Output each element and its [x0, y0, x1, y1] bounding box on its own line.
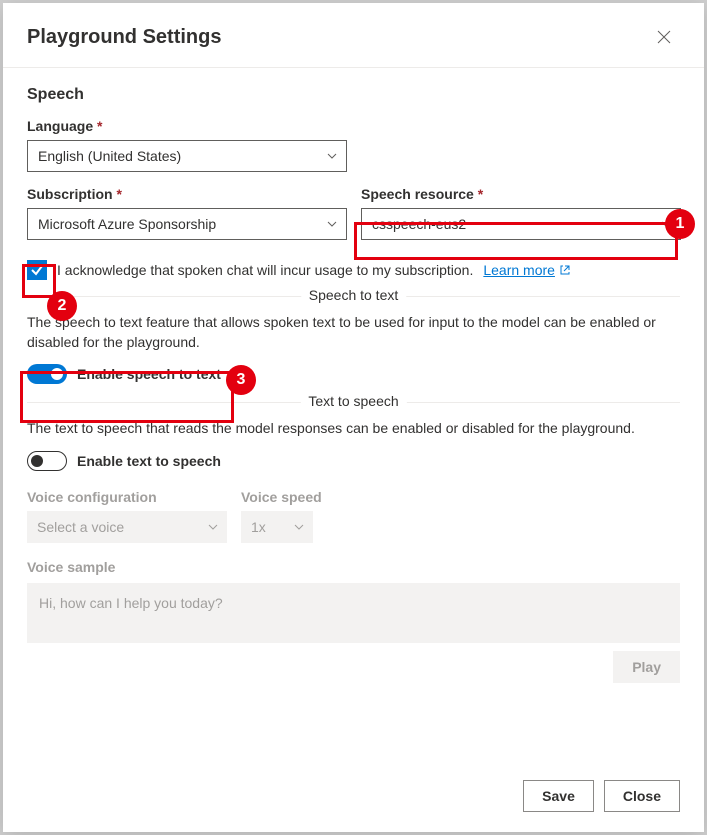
stt-toggle-label: Enable speech to text: [77, 366, 221, 382]
voice-config-value: Select a voice: [37, 519, 124, 535]
modal-body: Speech Language * English (United States…: [3, 68, 704, 760]
consent-text: I acknowledge that spoken chat will incu…: [57, 262, 473, 278]
voice-sample-textarea[interactable]: Hi, how can I help you today?: [27, 583, 680, 643]
learn-more-link[interactable]: Learn more: [483, 262, 571, 278]
voice-sample-label: Voice sample: [27, 559, 680, 575]
toggle-thumb: [31, 455, 43, 467]
subscription-field: Subscription * Microsoft Azure Sponsorsh…: [27, 186, 347, 240]
voice-config-row: Voice configuration Select a voice Voice…: [27, 489, 680, 543]
language-field: Language * English (United States): [27, 118, 347, 172]
separator-tts-label: Text to speech: [300, 393, 406, 409]
toggle-thumb: [51, 368, 63, 380]
chevron-down-icon: [660, 218, 672, 230]
resource-label: Speech resource *: [361, 186, 681, 202]
subscription-label: Subscription *: [27, 186, 347, 202]
play-row: Play: [27, 651, 680, 683]
voice-config-group: Voice configuration Select a voice: [27, 489, 227, 543]
stt-toggle[interactable]: [27, 364, 67, 384]
subscription-select[interactable]: Microsoft Azure Sponsorship: [27, 208, 347, 240]
save-button[interactable]: Save: [523, 780, 594, 812]
chevron-down-icon: [293, 521, 305, 533]
voice-speed-select[interactable]: 1x: [241, 511, 313, 543]
modal-footer: Save Close: [3, 760, 704, 832]
tts-toggle-label: Enable text to speech: [77, 453, 221, 469]
tts-toggle-row: Enable text to speech: [27, 451, 680, 471]
chevron-down-icon: [326, 150, 338, 162]
modal-title: Playground Settings: [27, 26, 221, 49]
modal-header: Playground Settings: [3, 3, 704, 67]
voice-speed-label: Voice speed: [241, 489, 322, 505]
chevron-down-icon: [207, 521, 219, 533]
close-icon: [657, 30, 671, 44]
resource-field: Speech resource * csspeech-eus2: [361, 186, 681, 240]
playground-settings-modal: Playground Settings Speech Language * En…: [3, 3, 704, 832]
voice-config-select[interactable]: Select a voice: [27, 511, 227, 543]
close-button-footer[interactable]: Close: [604, 780, 680, 812]
play-button[interactable]: Play: [613, 651, 680, 683]
tts-toggle[interactable]: [27, 451, 67, 471]
resource-select[interactable]: csspeech-eus2: [361, 208, 681, 240]
separator-stt-label: Speech to text: [301, 287, 407, 303]
section-title-speech: Speech: [27, 86, 680, 104]
voice-speed-value: 1x: [251, 519, 266, 535]
separator-tts: Text to speech: [27, 402, 680, 403]
consent-row: I acknowledge that spoken chat will incu…: [27, 260, 680, 280]
check-icon: [30, 263, 44, 277]
consent-checkbox[interactable]: [27, 260, 47, 280]
subscription-value: Microsoft Azure Sponsorship: [38, 216, 216, 232]
chevron-down-icon: [326, 218, 338, 230]
language-value: English (United States): [38, 148, 181, 164]
close-button[interactable]: [648, 21, 680, 53]
voice-speed-group: Voice speed 1x: [241, 489, 322, 543]
stt-description: The speech to text feature that allows s…: [27, 313, 680, 352]
voice-config-label: Voice configuration: [27, 489, 227, 505]
stt-toggle-row: Enable speech to text: [27, 364, 680, 384]
resource-value: csspeech-eus2: [372, 216, 466, 232]
external-link-icon: [559, 264, 571, 276]
language-label: Language *: [27, 118, 347, 134]
tts-description: The text to speech that reads the model …: [27, 419, 680, 439]
language-select[interactable]: English (United States): [27, 140, 347, 172]
separator-stt: Speech to text: [27, 296, 680, 297]
sub-resource-row: Subscription * Microsoft Azure Sponsorsh…: [27, 186, 680, 254]
